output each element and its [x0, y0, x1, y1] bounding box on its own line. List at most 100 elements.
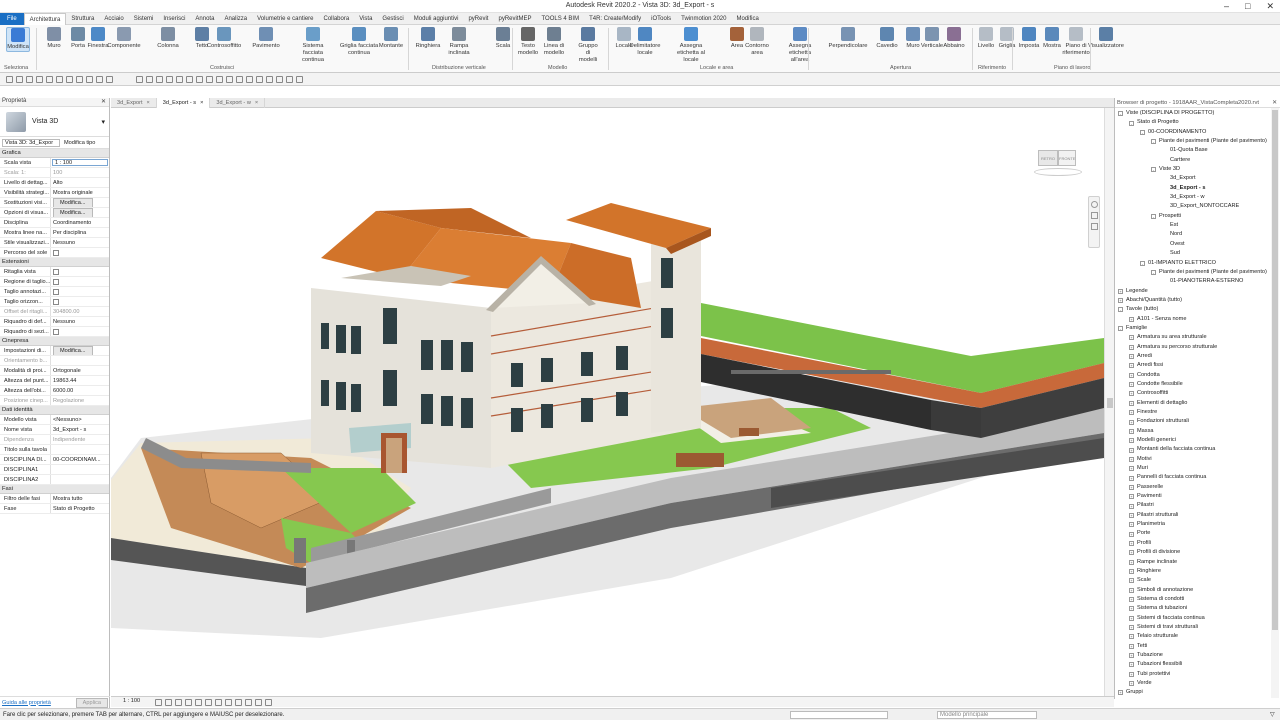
sistema-facciata-continua-button[interactable]: Sistema facciata continua [292, 27, 334, 64]
collapse-icon[interactable]: - [1118, 326, 1123, 332]
expand-icon[interactable]: + [1129, 512, 1134, 518]
view-control-icon[interactable] [175, 699, 182, 706]
quick-access-tool-icon[interactable] [266, 76, 273, 83]
montante-button[interactable]: Montante [379, 27, 403, 50]
collapse-icon[interactable]: - [1129, 120, 1134, 126]
expand-icon[interactable]: + [1129, 606, 1134, 612]
zoom-icon[interactable] [1090, 212, 1098, 219]
browser-item[interactable]: + Ringhiere [1115, 567, 1280, 576]
checkbox[interactable] [53, 329, 59, 335]
tab-volumetrie-e-cantiere[interactable]: Volumetrie e cantiere [252, 13, 318, 25]
quick-access-tool-icon[interactable] [156, 76, 163, 83]
griglia-facciata-continua-button[interactable]: Griglia facciata continua [338, 27, 380, 57]
property-value[interactable] [51, 465, 109, 474]
property-value[interactable]: 00-COORDINAM... [51, 455, 109, 464]
browser-item[interactable]: + Telaio strutturale [1115, 632, 1280, 641]
browser-item[interactable]: 3d_Export - w [1115, 193, 1280, 202]
browser-item[interactable]: - Stato di Progetto [1115, 118, 1280, 127]
view-control-icon[interactable] [205, 699, 212, 706]
checkbox[interactable] [53, 250, 59, 256]
expand-icon[interactable]: + [1129, 484, 1134, 490]
browser-item[interactable]: + Armatura su percorso strutturale [1115, 343, 1280, 352]
property-value[interactable] [51, 248, 109, 257]
browser-item[interactable]: + Massa [1115, 427, 1280, 436]
tab-struttura[interactable]: Struttura [66, 13, 99, 25]
view-scale[interactable]: 1 : 100 [123, 698, 140, 704]
quick-access-tool-icon[interactable] [26, 76, 33, 83]
tab-annota[interactable]: Annota [190, 13, 219, 25]
browser-item[interactable]: + Verde [1115, 679, 1280, 688]
verticale-button[interactable]: Verticale [920, 27, 944, 50]
property-value[interactable] [51, 287, 109, 296]
delimitatore-locale-button[interactable]: Delimitatore locale [630, 27, 660, 57]
mostra-button[interactable]: Mostra [1040, 27, 1064, 50]
griglia-button[interactable]: Griglia [995, 27, 1019, 50]
browser-item[interactable]: + Profili di divisione [1115, 548, 1280, 557]
view-control-icon[interactable] [165, 699, 172, 706]
browser-item[interactable]: + Planimetria [1115, 520, 1280, 529]
browser-item[interactable]: - Tavole (tutto) [1115, 305, 1280, 314]
collapse-icon[interactable]: - [1118, 307, 1123, 313]
properties-section-cinepresa[interactable]: Cinepresa [0, 337, 109, 346]
expand-icon[interactable]: + [1129, 625, 1134, 631]
browser-item[interactable]: + Pavimenti [1115, 492, 1280, 501]
tab-t4r-create-modify[interactable]: T4R: Create/Modify [584, 13, 646, 25]
expand-icon[interactable]: + [1118, 690, 1123, 696]
property-value[interactable] [51, 356, 109, 365]
property-value[interactable]: 19863.44 [51, 376, 109, 385]
browser-item[interactable]: -00-COORDINAMENTO [1115, 128, 1280, 137]
expand-icon[interactable]: + [1129, 559, 1134, 565]
view-control-icon[interactable] [265, 699, 272, 706]
expand-icon[interactable]: + [1129, 428, 1134, 434]
collapse-icon[interactable]: - [1151, 139, 1156, 145]
visualizzatore-button[interactable]: Visualizzatore [1088, 27, 1124, 50]
expand-icon[interactable]: + [1129, 466, 1134, 472]
workset-field[interactable] [790, 711, 888, 719]
expand-icon[interactable]: + [1129, 578, 1134, 584]
tab-iotools[interactable]: iOTools [646, 13, 676, 25]
expand-icon[interactable]: + [1129, 597, 1134, 603]
controsoffitto-button[interactable]: Controsoffitto [207, 27, 241, 50]
viewcube[interactable]: RETRO FRONTE [1034, 146, 1082, 176]
browser-item[interactable]: -01-IMPIANTO ELETTRICO [1115, 259, 1280, 268]
quick-access-tool-icon[interactable] [296, 76, 303, 83]
property-value[interactable]: Modifica... [51, 346, 109, 355]
quick-access-tool-icon[interactable] [236, 76, 243, 83]
browser-item[interactable]: + Arredi [1115, 352, 1280, 361]
property-value[interactable]: Per disciplina [51, 228, 109, 237]
contorno-area-button[interactable]: Contorno area [745, 27, 769, 57]
tab-architettura[interactable]: Architettura [23, 12, 67, 25]
view-control-icon[interactable] [245, 699, 252, 706]
property-value[interactable]: 100 [51, 168, 109, 177]
tab-gestisci[interactable]: Gestisci [377, 13, 408, 25]
checkbox[interactable] [53, 269, 59, 275]
expand-icon[interactable]: + [1129, 569, 1134, 575]
quick-access-tool-icon[interactable] [76, 76, 83, 83]
browser-item[interactable]: + Condotta [1115, 371, 1280, 380]
collapse-icon[interactable]: - [1151, 167, 1156, 173]
expand-icon[interactable]: + [1129, 522, 1134, 528]
tab-acciaio[interactable]: Acciaio [99, 13, 128, 25]
quick-access-tool-icon[interactable] [56, 76, 63, 83]
browser-item[interactable]: + Tetti [1115, 642, 1280, 651]
finestra-button[interactable]: Finestra [86, 27, 110, 50]
pavimento-button[interactable]: Pavimento [252, 27, 280, 50]
design-option-field[interactable]: Modello principale [937, 711, 1037, 719]
ringhiera-button[interactable]: Ringhiera [416, 27, 440, 50]
expand-icon[interactable]: + [1129, 653, 1134, 659]
pan-icon[interactable] [1090, 223, 1098, 230]
imposta-button[interactable]: Imposta [1017, 27, 1041, 50]
viewcube-face-left[interactable]: RETRO [1038, 150, 1058, 166]
tab-sistemi[interactable]: Sistemi [129, 13, 159, 25]
view-tab-3d-export-s[interactable]: 3d_Export - s × [156, 98, 211, 108]
view-control-icon[interactable] [195, 699, 202, 706]
quick-access-tool-icon[interactable] [6, 76, 13, 83]
view-control-icon[interactable] [185, 699, 192, 706]
quick-access-tool-icon[interactable] [276, 76, 283, 83]
view-instance-selector[interactable]: Vista 3D: 3d_Expor [2, 138, 60, 147]
expand-icon[interactable]: + [1129, 335, 1134, 341]
testo-modello-button[interactable]: Testo modello [516, 27, 540, 57]
expand-icon[interactable]: + [1129, 662, 1134, 668]
browser-item[interactable]: + Pilastri strutturali [1115, 511, 1280, 520]
expand-icon[interactable]: + [1129, 391, 1134, 397]
